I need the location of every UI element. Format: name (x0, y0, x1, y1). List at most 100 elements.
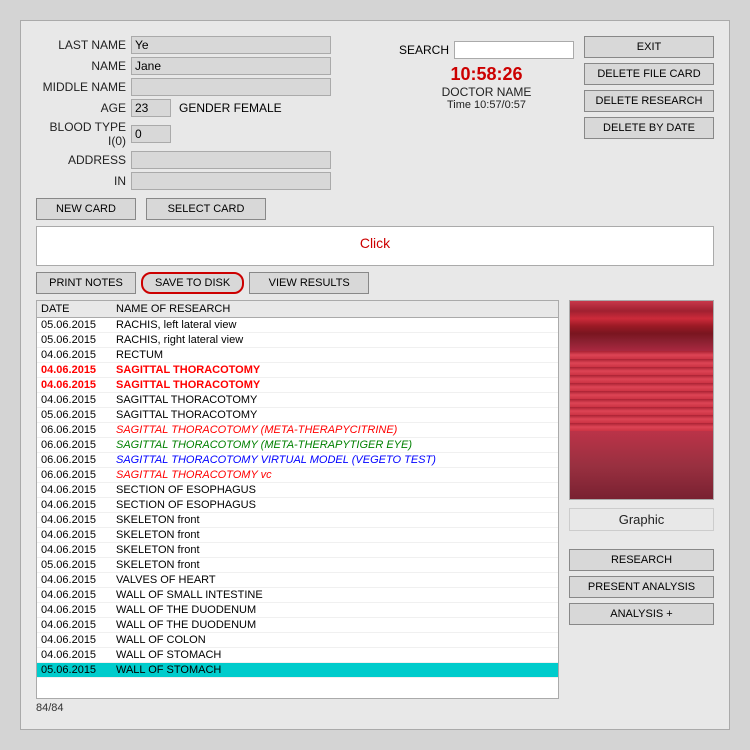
save-to-disk-button[interactable]: SAVE TO DISK (141, 272, 244, 294)
row-date: 04.06.2015 (41, 349, 116, 361)
exit-button[interactable]: EXIT (584, 36, 714, 58)
last-name-input[interactable] (131, 36, 331, 54)
graphic-image (569, 300, 714, 500)
table-row[interactable]: 05.06.2015SAGITTAL THORACOTOMY (37, 408, 558, 423)
new-card-button[interactable]: NEW CARD (36, 198, 136, 220)
table-row[interactable]: 04.06.2015SKELETON front (37, 513, 558, 528)
table-row[interactable]: 04.06.2015WALL OF SMALL INTESTINE (37, 588, 558, 603)
present-analysis-button[interactable]: PRESENT ANALYSIS (569, 576, 714, 598)
row-name: WALL OF STOMACH (116, 664, 554, 676)
table-row[interactable]: 05.06.2015SKELETON front (37, 558, 558, 573)
table-row[interactable]: 06.06.2015SAGITTAL THORACOTOMY VIRTUAL M… (37, 453, 558, 468)
row-date: 06.06.2015 (41, 469, 116, 481)
top-section: LAST NAME NAME MIDDLE NAME AGE GENDER FE… (36, 36, 714, 190)
notes-area[interactable]: Click (36, 226, 714, 266)
table-section: DATE NAME OF RESEARCH 05.06.2015RACHIS, … (36, 300, 714, 714)
row-date: 04.06.2015 (41, 604, 116, 616)
row-date: 06.06.2015 (41, 439, 116, 451)
table-row[interactable]: 04.06.2015WALL OF COLON (37, 633, 558, 648)
table-row[interactable]: 04.06.2015SKELETON front (37, 543, 558, 558)
table-row[interactable]: 04.06.2015WALL OF THE DUODENUM (37, 618, 558, 633)
row-name: SKELETON front (116, 529, 554, 541)
table-row[interactable]: 04.06.2015WALL OF THE DUODENUM (37, 603, 558, 618)
row-date: 05.06.2015 (41, 319, 116, 331)
row-name: WALL OF STOMACH (116, 649, 554, 661)
row-name: SAGITTAL THORACOTOMY (116, 379, 554, 391)
row-name: SAGITTAL THORACOTOMY (116, 364, 554, 376)
click-text: Click (40, 235, 710, 251)
row-name: RACHIS, right lateral view (116, 334, 554, 346)
action-buttons: PRINT NOTES SAVE TO DISK VIEW RESULTS (36, 272, 714, 294)
row-name: RECTUM (116, 349, 554, 361)
middle-name-input[interactable] (131, 78, 331, 96)
table-row[interactable]: 04.06.2015WALL OF STOMACH (37, 648, 558, 663)
age-input[interactable] (131, 99, 171, 117)
tissue-mid-layer (570, 351, 713, 431)
row-name: WALL OF THE DUODENUM (116, 604, 554, 616)
in-input[interactable] (131, 172, 331, 190)
table-row[interactable]: 04.06.2015SKELETON front (37, 528, 558, 543)
row-name: SAGITTAL THORACOTOMY (116, 394, 554, 406)
right-panel: Graphic RESEARCH PRESENT ANALYSIS ANALYS… (569, 300, 714, 714)
row-date: 04.06.2015 (41, 394, 116, 406)
view-results-button[interactable]: VIEW RESULTS (249, 272, 369, 294)
table-row[interactable]: 04.06.2015SECTION OF ESOPHAGUS (37, 498, 558, 513)
table-row[interactable]: 05.06.2015WALL OF STOMACH (37, 663, 558, 678)
row-date: 04.06.2015 (41, 484, 116, 496)
row-date: 04.06.2015 (41, 649, 116, 661)
time-sub: Time 10:57/0:57 (447, 99, 526, 111)
blood-type-input[interactable] (131, 125, 171, 143)
blood-type-row (131, 125, 389, 143)
row-name: SAGITTAL THORACOTOMY VIRTUAL MODEL (VEGE… (116, 454, 554, 466)
last-name-label: LAST NAME (36, 38, 126, 52)
delete-research-button[interactable]: DELETE RESEARCH (584, 90, 714, 112)
doctor-name-label: DOCTOR NAME (442, 85, 532, 99)
row-name: WALL OF COLON (116, 634, 554, 646)
research-button[interactable]: RESEARCH (569, 549, 714, 571)
table-row[interactable]: 05.06.2015RACHIS, left lateral view (37, 318, 558, 333)
row-date: 05.06.2015 (41, 559, 116, 571)
card-buttons-row: NEW CARD SELECT CARD (36, 198, 714, 220)
row-name: SKELETON front (116, 514, 554, 526)
row-name: SKELETON front (116, 544, 554, 556)
row-name: SECTION OF ESOPHAGUS (116, 499, 554, 511)
row-date: 06.06.2015 (41, 424, 116, 436)
patient-info: LAST NAME NAME MIDDLE NAME AGE GENDER FE… (36, 36, 389, 190)
table-header: DATE NAME OF RESEARCH (37, 301, 558, 318)
name-input[interactable] (131, 57, 331, 75)
row-name: SAGITTAL THORACOTOMY (META-THERAPYCITRIN… (116, 424, 554, 436)
table-body: 05.06.2015RACHIS, left lateral view05.06… (37, 318, 558, 678)
graphic-label: Graphic (569, 508, 714, 531)
table-row[interactable]: 04.06.2015SAGITTAL THORACOTOMY (37, 363, 558, 378)
analysis-plus-button[interactable]: ANALYSIS + (569, 603, 714, 625)
delete-file-card-button[interactable]: DELETE FILE CARD (584, 63, 714, 85)
search-label: SEARCH (399, 43, 449, 57)
search-area: SEARCH (399, 41, 574, 59)
table-row[interactable]: 04.06.2015SECTION OF ESOPHAGUS (37, 483, 558, 498)
data-table[interactable]: DATE NAME OF RESEARCH 05.06.2015RACHIS, … (36, 300, 559, 699)
col-date-header: DATE (41, 303, 116, 315)
table-row[interactable]: 04.06.2015VALVES OF HEART (37, 573, 558, 588)
table-row[interactable]: 06.06.2015SAGITTAL THORACOTOMY (META-THE… (37, 438, 558, 453)
row-date: 05.06.2015 (41, 409, 116, 421)
delete-by-date-button[interactable]: DELETE BY DATE (584, 117, 714, 139)
row-date: 04.06.2015 (41, 364, 116, 376)
table-row[interactable]: 05.06.2015RACHIS, right lateral view (37, 333, 558, 348)
search-input[interactable] (454, 41, 574, 59)
middle-name-label: MIDDLE NAME (36, 80, 126, 94)
table-row[interactable]: 04.06.2015SAGITTAL THORACOTOMY (37, 378, 558, 393)
table-row[interactable]: 04.06.2015SAGITTAL THORACOTOMY (37, 393, 558, 408)
print-notes-button[interactable]: PRINT NOTES (36, 272, 136, 294)
blood-type-label: BLOOD TYPE I(0) (36, 120, 126, 148)
address-input[interactable] (131, 151, 331, 169)
table-row[interactable]: 06.06.2015SAGITTAL THORACOTOMY vc (37, 468, 558, 483)
tissue-bottom-layer (570, 431, 713, 500)
row-name: RACHIS, left lateral view (116, 319, 554, 331)
row-name: SAGITTAL THORACOTOMY vc (116, 469, 554, 481)
row-name: VALVES OF HEART (116, 574, 554, 586)
select-card-button[interactable]: SELECT CARD (146, 198, 266, 220)
row-date: 04.06.2015 (41, 514, 116, 526)
row-name: WALL OF THE DUODENUM (116, 619, 554, 631)
table-row[interactable]: 04.06.2015RECTUM (37, 348, 558, 363)
table-row[interactable]: 06.06.2015SAGITTAL THORACOTOMY (META-THE… (37, 423, 558, 438)
